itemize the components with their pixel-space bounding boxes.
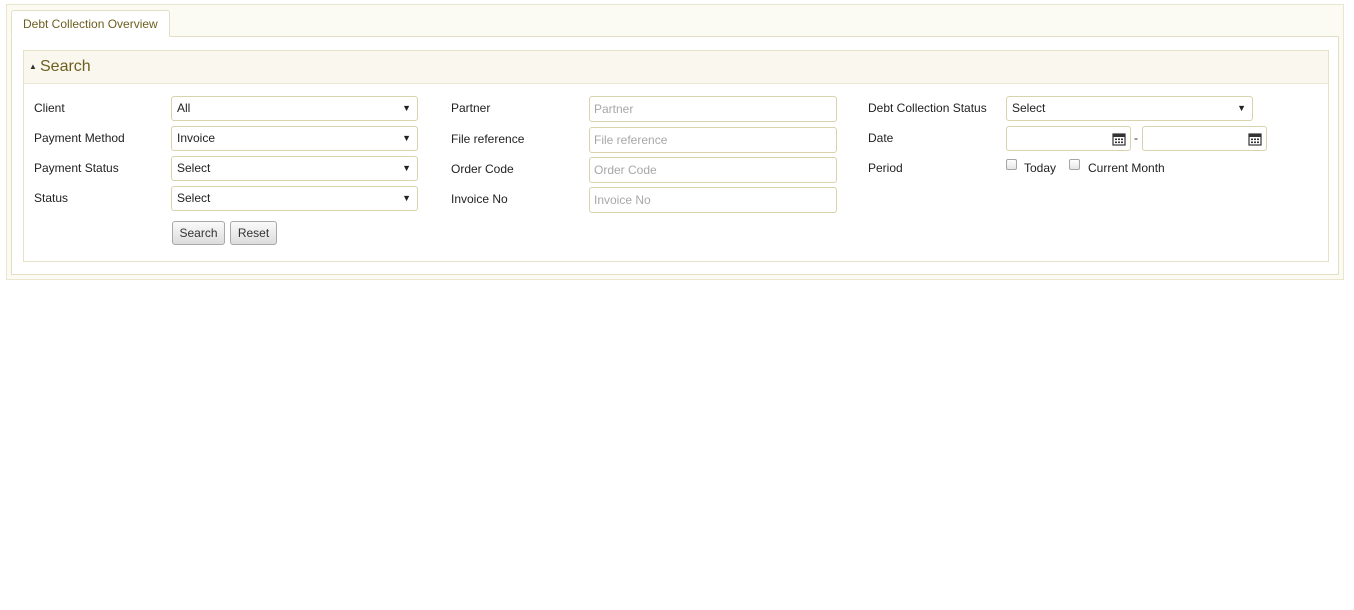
today-checkbox-label: Today [1024, 161, 1057, 175]
date-range-separator: - [1134, 131, 1138, 145]
payment-status-select-value: Select [177, 161, 211, 175]
chevron-down-icon: ▼ [402, 103, 411, 113]
debt-collection-status-select-value: Select [1012, 101, 1046, 115]
current-month-checkbox-label: Current Month [1088, 161, 1165, 175]
order-code-label: Order Code [451, 162, 514, 176]
chevron-down-icon: ▼ [402, 163, 411, 173]
payment-method-select-value: Invoice [177, 131, 216, 145]
search-panel-header[interactable]: ▲ Search [24, 51, 1328, 84]
status-label: Status [34, 191, 69, 205]
file-reference-input[interactable] [589, 127, 837, 153]
today-checkbox[interactable] [1006, 159, 1017, 170]
calendar-icon[interactable] [1112, 132, 1126, 146]
collapse-triangle-icon[interactable]: ▲ [29, 62, 37, 71]
current-month-checkbox[interactable] [1069, 159, 1080, 170]
partner-label: Partner [451, 101, 491, 115]
tab-debt-collection-overview[interactable]: Debt Collection Overview [11, 10, 170, 37]
search-button[interactable]: Search [172, 221, 225, 245]
debt-collection-status-label: Debt Collection Status [868, 101, 987, 115]
period-label: Period [868, 161, 903, 175]
invoice-no-input[interactable] [589, 187, 837, 213]
status-select[interactable]: Select ▼ [171, 186, 418, 211]
order-code-input[interactable] [589, 157, 837, 183]
date-label: Date [868, 131, 894, 145]
client-select[interactable]: All ▼ [171, 96, 418, 121]
chevron-down-icon: ▼ [402, 133, 411, 143]
file-reference-label: File reference [451, 132, 525, 146]
payment-method-select[interactable]: Invoice ▼ [171, 126, 418, 151]
client-label: Client [34, 101, 65, 115]
search-panel-title: Search [40, 58, 91, 75]
client-select-value: All [177, 101, 191, 115]
calendar-icon[interactable] [1248, 132, 1262, 146]
payment-status-label: Payment Status [34, 161, 119, 175]
date-from-input[interactable] [1006, 126, 1131, 151]
status-select-value: Select [177, 191, 211, 205]
invoice-no-label: Invoice No [451, 192, 508, 206]
chevron-down-icon: ▼ [402, 193, 411, 203]
reset-button[interactable]: Reset [230, 221, 277, 245]
date-to-input[interactable] [1142, 126, 1267, 151]
chevron-down-icon: ▼ [1237, 103, 1246, 113]
payment-status-select[interactable]: Select ▼ [171, 156, 418, 181]
debt-collection-status-select[interactable]: Select ▼ [1006, 96, 1253, 121]
payment-method-label: Payment Method [34, 131, 125, 145]
partner-input[interactable] [589, 96, 837, 122]
